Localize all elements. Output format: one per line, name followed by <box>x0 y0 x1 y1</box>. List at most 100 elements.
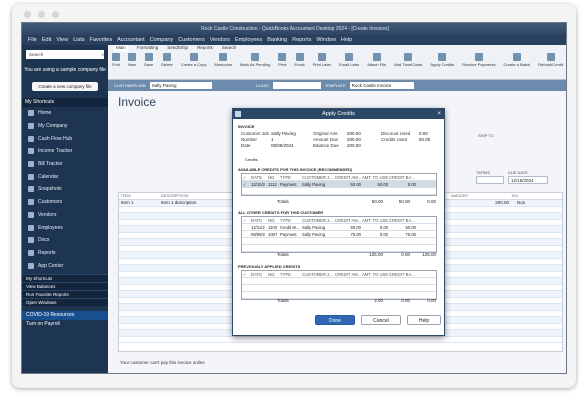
menu-item-company[interactable]: Company <box>150 37 174 43</box>
tool-memorize[interactable]: Memorize <box>214 53 233 67</box>
help-button[interactable]: Help <box>407 315 441 325</box>
sidebar-item-home[interactable]: Home <box>22 107 108 120</box>
menu-item-view[interactable]: View <box>56 37 68 43</box>
tool-create-a-copy[interactable]: Create a Copy <box>181 53 207 67</box>
tool-add-time-costs[interactable]: Add Time/Costs <box>394 53 422 67</box>
sidebar-section-open-windows[interactable]: Open Windows <box>22 297 108 306</box>
sidebar-item-docs[interactable]: Docs <box>22 234 108 247</box>
tool-refund-credit[interactable]: Refund/Credit <box>538 53 563 67</box>
sidebar-item-customers[interactable]: Customers <box>22 196 108 209</box>
table-row[interactable] <box>119 337 562 343</box>
tool-delete[interactable]: Delete <box>161 53 173 67</box>
menu-item-favorites[interactable]: Favorites <box>90 37 113 43</box>
cell-use[interactable]: 0.00 <box>361 225 388 230</box>
menu-item-file[interactable]: File <box>28 37 37 43</box>
tool-print-later[interactable]: Print Later <box>313 53 331 67</box>
tool-attach-file[interactable]: Attach File <box>367 53 386 67</box>
cell-use[interactable]: 50.00 <box>361 182 388 187</box>
tool-mark-as-pending[interactable]: Mark As Pending <box>240 53 270 67</box>
tool-save[interactable]: Save <box>144 53 153 67</box>
menu-item-vendors[interactable]: Vendors <box>210 37 230 43</box>
cancel-button[interactable]: Cancel <box>361 315 401 325</box>
sidebar-item-my-company[interactable]: My Company <box>22 120 108 133</box>
sidebar-item-calendar[interactable]: Calendar <box>22 170 108 183</box>
other-credits-totals: Totals 125.00 0.00 125.00 <box>241 252 437 257</box>
sidebar-item-app-center[interactable]: App Center <box>22 259 108 272</box>
sidebar-section-my-shortcuts[interactable]: My Shortcuts <box>22 273 108 282</box>
credit-row[interactable] <box>242 285 436 292</box>
tool-label: New <box>128 62 137 67</box>
done-button[interactable]: Done <box>315 315 355 325</box>
credit-row[interactable] <box>242 188 436 195</box>
template-select[interactable]: Rock Castle Invoice <box>349 82 414 89</box>
sidebar-item-reports[interactable]: Reports <box>22 247 108 260</box>
tool-email-later[interactable]: Email Later <box>339 53 359 67</box>
sidebar-section-view-balances[interactable]: View Balances <box>22 281 108 290</box>
sidebar-item-bill-tracker[interactable]: Bill Tracker <box>22 158 108 171</box>
tab-search[interactable]: Search <box>222 45 236 52</box>
close-icon[interactable]: × <box>437 109 441 119</box>
tab-reports[interactable]: Reports <box>197 45 213 52</box>
sidebar-section-run-favorite-reports[interactable]: Run Favorite Reports <box>22 289 108 298</box>
menu-item-customers[interactable]: Customers <box>178 37 205 43</box>
menu-item-accountant[interactable]: Accountant <box>117 37 145 43</box>
invoice-field: Customer:Job Sally Paving <box>241 131 296 136</box>
search-icon[interactable]: ⌕ <box>101 50 104 59</box>
covid-resources-link[interactable]: COVID-19 Resources <box>22 310 108 320</box>
tool-find[interactable]: Find <box>112 53 120 67</box>
sidebar-item-label: Calendar <box>38 173 59 180</box>
field-value: 200.00 <box>347 137 361 142</box>
tool-label: Memorize <box>214 62 233 67</box>
sidebar-item-employees[interactable]: Employees <box>22 221 108 234</box>
cell-use[interactable]: 0.00 <box>361 232 388 237</box>
tab-main[interactable]: Main <box>114 45 128 52</box>
credits-tab[interactable]: Credits <box>245 157 258 162</box>
tool-create-a-batch[interactable]: Create a Batch <box>504 53 530 67</box>
credit-row[interactable]: ✓ 12/10/2 1112 Payment Sally Paving 50.00 50.0… <box>242 181 436 188</box>
header-cell: NO. <box>268 217 276 223</box>
credit-row[interactable] <box>242 238 436 245</box>
menu-item-reports[interactable]: Reports <box>292 37 311 43</box>
menu-item-window[interactable]: Window <box>316 37 336 43</box>
header-cell: TYPE <box>280 271 291 277</box>
window-title: Rock Castle Construction - QuickBooks Ac… <box>22 23 566 35</box>
tool-new[interactable]: New <box>128 53 136 67</box>
credit-row[interactable]: 08/09/2 1007 Payment Sally Paving 75.00 0.00 7… <box>242 231 436 238</box>
tab-send-ship[interactable]: Send/Ship <box>167 45 188 52</box>
tool-email[interactable]: Email <box>295 53 305 67</box>
create-company-button[interactable]: Create a new company file <box>32 82 98 91</box>
menu-item-lists[interactable]: Lists <box>73 37 84 43</box>
terms-field[interactable] <box>476 176 504 184</box>
due-date-field[interactable]: 12/15/2024 <box>508 176 548 184</box>
customer-job-select[interactable]: Sally Paving <box>149 82 212 89</box>
sidebar-item-cash-flow-hub[interactable]: Cash Flow Hub <box>22 132 108 145</box>
field-label: Original Amt. <box>313 131 339 136</box>
check-cell[interactable]: ✓ <box>242 182 250 187</box>
sidebar-search-input[interactable]: Search ⌕ <box>26 50 104 59</box>
menu-item-banking[interactable]: Banking <box>267 37 287 43</box>
tool-receive-payments[interactable]: Receive Payments <box>462 53 496 67</box>
menu-item-employees[interactable]: Employees <box>235 37 262 43</box>
employees-icon <box>28 224 34 231</box>
minimize-dot-icon[interactable] <box>38 11 45 18</box>
close-dot-icon[interactable] <box>24 11 31 18</box>
menu-item-help[interactable]: Help <box>341 37 352 43</box>
sidebar-item-vendors[interactable]: Vendors <box>22 209 108 222</box>
tab-formatting[interactable]: Formatting <box>137 45 159 52</box>
cell-type: Payment <box>280 181 297 187</box>
tool-print[interactable]: Print <box>278 53 287 67</box>
header-cell: TYPE <box>280 174 291 180</box>
zoom-dot-icon[interactable] <box>52 11 59 18</box>
memorize-icon <box>219 53 228 61</box>
tool-apply-credits[interactable]: Apply Credits <box>430 53 454 67</box>
turn-on-payroll-link[interactable]: Turn on Payroll <box>22 319 108 329</box>
menu-item-edit[interactable]: Edit <box>42 37 51 43</box>
class-select[interactable] <box>272 82 321 89</box>
sidebar-item-snapshots[interactable]: Snapshots <box>22 183 108 196</box>
totals-label: Totals <box>277 199 289 204</box>
online-payment-note: Your customer can't pay this invoice onl… <box>120 360 205 365</box>
credit-row[interactable] <box>242 278 436 285</box>
credit-row[interactable] <box>242 245 436 252</box>
credit-row[interactable]: 12/11/2 1103 Credit M... Sally Paving 50.00 0… <box>242 224 436 231</box>
sidebar-item-income-tracker[interactable]: Income Tracker <box>22 145 108 158</box>
